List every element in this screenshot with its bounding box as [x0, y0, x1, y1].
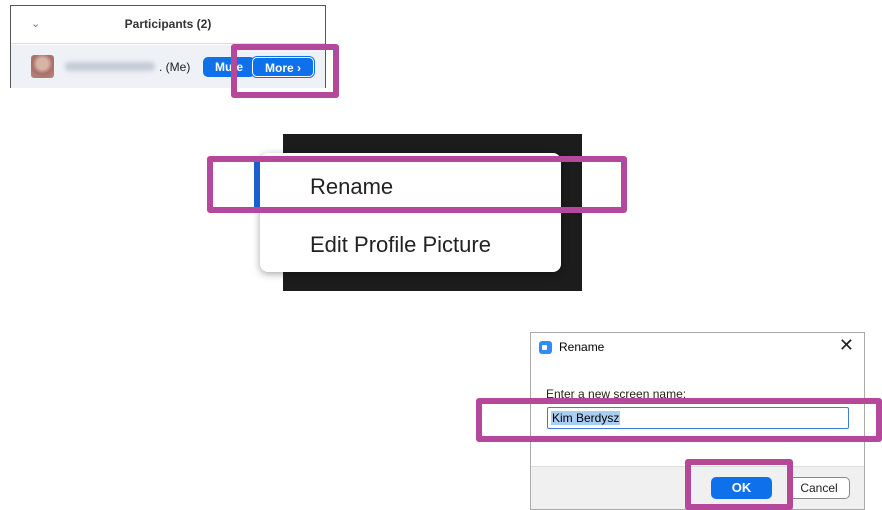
participants-header: ⌄ Participants (2)	[11, 6, 325, 44]
more-button[interactable]: More ›	[252, 57, 314, 77]
dialog-footer: OK Cancel	[531, 466, 864, 509]
screen-name-input[interactable]: Kim Berdysz	[547, 407, 849, 429]
zoom-app-icon	[539, 341, 552, 354]
participants-title: Participants (2)	[124, 17, 212, 31]
ok-button[interactable]: OK	[711, 477, 772, 499]
menu-item-label: Edit Profile Picture	[310, 232, 491, 257]
participant-row[interactable]: . (Me) Mute More ›	[11, 45, 325, 88]
cancel-button[interactable]: Cancel	[788, 477, 850, 499]
menu-item-rename[interactable]: Rename	[260, 161, 561, 209]
screen-name-prompt: Enter a new screen name:	[546, 387, 687, 401]
blurred-name	[65, 62, 155, 71]
avatar	[31, 55, 54, 78]
close-icon[interactable]: ✕	[839, 335, 854, 355]
menu-item-edit-profile-picture[interactable]: Edit Profile Picture	[260, 219, 561, 267]
dialog-title: Rename	[559, 340, 605, 354]
rename-dialog: Rename ✕ Enter a new screen name: Kim Be…	[530, 332, 865, 510]
me-label: . (Me)	[159, 60, 191, 74]
screen-name-value: Kim Berdysz	[551, 411, 621, 425]
menu-item-label: Rename	[310, 174, 394, 199]
mute-button[interactable]: Mute	[203, 57, 255, 77]
dialog-titlebar: Rename ✕	[531, 333, 864, 359]
participants-panel: ⌄ Participants (2) . (Me) Mute More ›	[10, 5, 326, 88]
context-menu: Rename Edit Profile Picture	[254, 153, 561, 272]
